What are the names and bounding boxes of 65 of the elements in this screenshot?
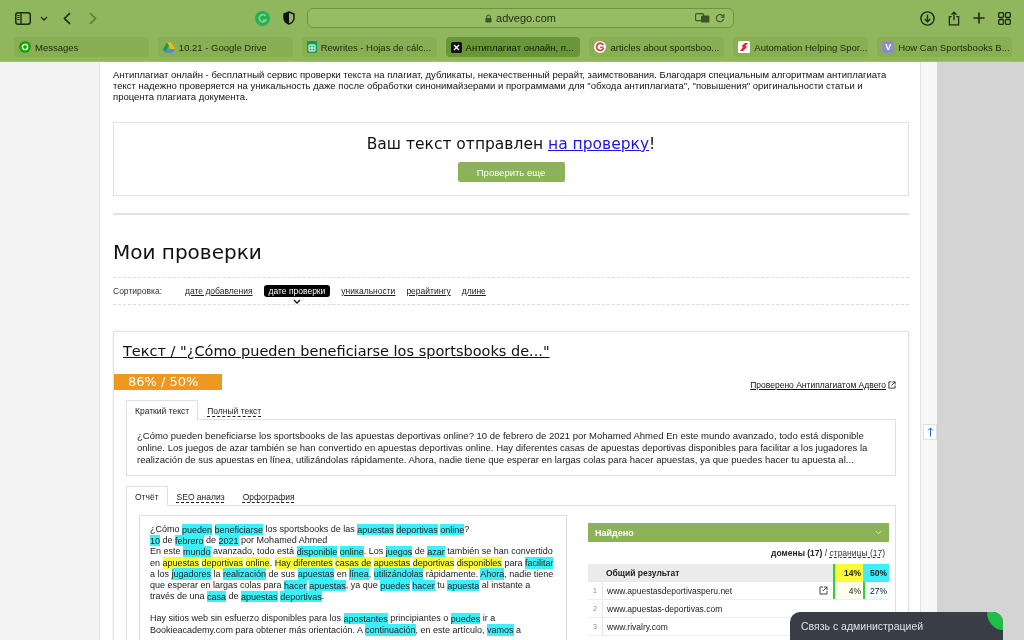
sidebar-icon[interactable] — [15, 11, 31, 25]
letter-favicon: V — [882, 41, 895, 53]
sort-option[interactable]: длине — [461, 286, 486, 296]
page-heading: Мои проверки — [113, 239, 263, 265]
arrow-up-icon — [926, 427, 934, 437]
percent-cell: 14% — [833, 564, 863, 582]
domain-name: www.apuestas-deportivas.com — [607, 603, 723, 614]
verified-link[interactable]: Проверено Антиплагиатом Адвего — [750, 380, 896, 390]
browser-tab[interactable]: 10.21 - Google Drive — [157, 37, 293, 57]
browser-tab[interactable]: Automation Helping Spor... — [733, 37, 869, 57]
shield-icon[interactable] — [283, 11, 295, 25]
plus-icon[interactable] — [973, 12, 985, 24]
score-badge: 86% / 50% — [114, 374, 222, 390]
chevron-down-icon — [875, 530, 882, 535]
sort-option[interactable]: уникальности — [341, 286, 396, 296]
check-link[interactable]: на проверку — [548, 135, 650, 153]
domain-name: www.rivalry.com — [607, 621, 668, 632]
ring-logo-icon — [594, 41, 607, 53]
browser-tab[interactable]: articles about sportsboo... — [589, 37, 725, 57]
total-label: Общий результат — [605, 567, 681, 580]
intro-text: Антиплагиат онлайн - бесплатный сервис проверки текста на плагиат, дубликаты, некачественный рерайт, заимствования. Благодаря специальным алгоритмам антиплагиата текст надежно проверяется на уникальность даже после обработки синонимайзерами и программами для "обхода антиплагиата", "повышения" оригинальности статьи и процента плагиата документа. — [113, 69, 888, 102]
browser-tab[interactable]: Антиплагиат онлайн, п... — [445, 37, 581, 57]
found-counts: домены (17) / страницы (17) — [770, 547, 886, 560]
grid-icon[interactable] — [998, 11, 1011, 25]
square-logo-icon — [450, 41, 462, 53]
sort-label: Сортировка: — [113, 285, 162, 297]
found-title: Найдено — [595, 527, 634, 538]
result-title-link[interactable]: Текст / "¿Cómo pueden beneficiarse los sportsbooks de..." — [123, 342, 550, 360]
report-tab[interactable]: SEO анализ — [167, 486, 234, 506]
share-icon[interactable] — [948, 10, 960, 26]
report-text: Hay sitios web sin esfuerzo disponibles para los apostantes principiantes o puedes ir a Bookieacademy.com para obtener más orientación. A continuación, en este artículo, vamos a — [150, 613, 523, 636]
translate-icon[interactable] — [695, 13, 710, 23]
url-text: advego.com — [496, 12, 556, 24]
percent-cell: 27% — [863, 582, 889, 599]
download-icon[interactable] — [920, 10, 935, 26]
browser-tab[interactable]: Messages — [14, 37, 149, 57]
external-link-icon[interactable] — [819, 586, 828, 595]
sort-option[interactable]: дате проверки — [263, 285, 331, 297]
percent-cell: 4% — [833, 582, 863, 599]
text-tab[interactable]: Полный текст — [198, 400, 271, 420]
lock-icon — [485, 13, 493, 23]
sort-option[interactable]: дате добавления — [185, 286, 253, 296]
domain-name: www.apuestasdeportivasperu.net — [607, 585, 733, 596]
spreadsheet-icon — [306, 41, 317, 53]
caret-icon — [292, 299, 301, 304]
report-text: 10 de febrero de 2021 por Mohamed Ahmed — [150, 535, 329, 547]
sort-option[interactable]: рерайтингу — [406, 286, 451, 296]
contact-admin-button[interactable]: Связь с администрацией — [790, 612, 1003, 640]
pages-link[interactable]: страницы (17) — [829, 548, 885, 558]
report-tab[interactable]: Отчёт — [126, 486, 168, 506]
scroll-top-button[interactable] — [923, 424, 937, 440]
percent-cell: 50% — [863, 564, 889, 582]
address-bar[interactable]: advego.com — [307, 8, 734, 28]
browser-tab[interactable]: Rewrites - Hojas de cálc... — [301, 37, 437, 57]
caret-icon[interactable] — [40, 15, 48, 21]
text-tab[interactable]: Краткий текст — [126, 400, 199, 420]
round-logo-icon — [19, 41, 31, 53]
browser-tab[interactable]: V How Can Sportsbooks B... — [877, 37, 1012, 57]
triangle-logo-icon — [162, 41, 175, 53]
external-link-icon — [888, 381, 896, 389]
notice-message: Ваш текст отправлен на проверку! — [366, 134, 656, 154]
zigzag-logo-icon — [738, 41, 751, 53]
reload-icon[interactable] — [715, 13, 725, 23]
report-tab[interactable]: Орфография — [233, 486, 304, 506]
excerpt-text: ¿Cómo pueden beneficiarse los sportsbooks de las apuestas deportivas online? 10 de febrero de 2021 por Mohamed Ahmed En este mundo avanzado, todo está disponible online. Los juegos de azar también se han convertido en apuestas deportivas online. Hay diferentes casas de apuestas deportivas disponibles para facilitar a los jugadores la realización de sus apuestas en línea, utilizándolas rápidamente. Ahora, nadie tiene que esperar en largas colas para hacer apuestas, ya que puedes hacer tu apuesta al... — [137, 430, 869, 466]
